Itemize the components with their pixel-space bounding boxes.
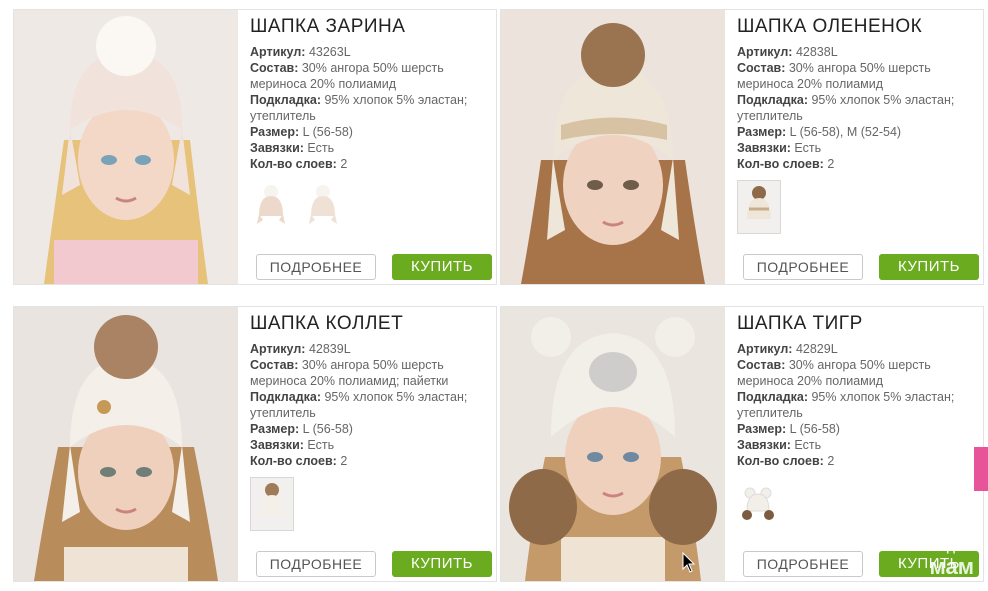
spec-lining: Подкладка: 95% хлопок 5% эластан; утепли… — [737, 390, 955, 420]
thumbnail-hat[interactable] — [250, 180, 292, 232]
product-specs: Артикул: 43263L Состав: 30% ангора 50% ш… — [250, 44, 488, 172]
watermark-logo: для мам — [929, 539, 975, 579]
spec-article: Артикул: 43263L — [250, 45, 351, 59]
product-card: ШАПКА КОЛЛЕТ Артикул: 42839L Состав: 30%… — [13, 306, 497, 582]
spec-composition: Состав: 30% ангора 50% шерсть мериноса 2… — [250, 61, 444, 91]
product-card: ШАПКА ОЛЕНЕНОК Артикул: 42838L Состав: 3… — [500, 9, 984, 285]
spec-lining: Подкладка: 95% хлопок 5% эластан; утепли… — [250, 93, 468, 123]
product-info: ШАПКА ОЛЕНЕНОК Артикул: 42838L Состав: 3… — [737, 16, 975, 172]
product-photo[interactable] — [14, 10, 238, 284]
product-info: ШАПКА ТИГР Артикул: 42829L Состав: 30% а… — [737, 313, 975, 469]
spec-layers: Кол-во слоев: 2 — [737, 157, 835, 171]
details-button[interactable]: ПОДРОБНЕЕ — [743, 551, 863, 577]
buy-button[interactable]: КУПИТЬ — [392, 254, 492, 280]
spec-lining: Подкладка: 95% хлопок 5% эластан; утепли… — [737, 93, 955, 123]
product-specs: Артикул: 42829L Состав: 30% ангора 50% ш… — [737, 341, 975, 469]
spec-ties: Завязки: Есть — [250, 438, 335, 452]
spec-ties: Завязки: Есть — [737, 438, 822, 452]
product-title[interactable]: ШАПКА ОЛЕНЕНОК — [737, 16, 975, 38]
buy-button[interactable]: КУПИТЬ — [879, 254, 979, 280]
product-thumbnails — [737, 477, 779, 533]
side-feedback-tab[interactable] — [974, 447, 988, 491]
product-title[interactable]: ШАПКА КОЛЛЕТ — [250, 313, 488, 335]
spec-layers: Кол-во слоев: 2 — [737, 454, 835, 468]
details-button[interactable]: ПОДРОБНЕЕ — [256, 254, 376, 280]
spec-composition: Состав: 30% ангора 50% шерсть мериноса 2… — [737, 61, 931, 91]
product-specs: Артикул: 42839L Состав: 30% ангора 50% ш… — [250, 341, 488, 469]
product-info: ШАПКА КОЛЛЕТ Артикул: 42839L Состав: 30%… — [250, 313, 488, 469]
mouse-cursor-icon — [682, 552, 696, 573]
spec-size: Размер: L (56-58) — [737, 422, 840, 436]
spec-layers: Кол-во слоев: 2 — [250, 454, 348, 468]
thumbnail-hat[interactable] — [737, 180, 781, 234]
spec-layers: Кол-во слоев: 2 — [250, 157, 348, 171]
thumbnail-hat[interactable] — [250, 477, 294, 531]
spec-article: Артикул: 42829L — [737, 342, 838, 356]
spec-size: Размер: L (56-58), M (52-54) — [737, 125, 902, 139]
product-photo[interactable] — [501, 307, 725, 581]
buy-button[interactable]: КУПИТЬ — [392, 551, 492, 577]
spec-article: Артикул: 42839L — [250, 342, 351, 356]
product-photo[interactable] — [501, 10, 725, 284]
spec-composition: Состав: 30% ангора 50% шерсть мериноса 2… — [250, 358, 449, 388]
spec-lining: Подкладка: 95% хлопок 5% эластан; утепли… — [250, 390, 468, 420]
product-card: ШАПКА ЗАРИНА Артикул: 43263L Состав: 30%… — [13, 9, 497, 285]
product-title[interactable]: ШАПКА ЗАРИНА — [250, 16, 488, 38]
spec-ties: Завязки: Есть — [737, 141, 822, 155]
product-thumbnails — [250, 477, 294, 533]
product-photo[interactable] — [14, 307, 238, 581]
thumbnail-hat[interactable] — [302, 180, 344, 232]
spec-composition: Состав: 30% ангора 50% шерсть мериноса 2… — [737, 358, 931, 388]
product-thumbnails — [737, 180, 781, 236]
product-info: ШАПКА ЗАРИНА Артикул: 43263L Состав: 30%… — [250, 16, 488, 172]
spec-article: Артикул: 42838L — [737, 45, 838, 59]
product-card: ШАПКА ТИГР Артикул: 42829L Состав: 30% а… — [500, 306, 984, 582]
spec-ties: Завязки: Есть — [250, 141, 335, 155]
details-button[interactable]: ПОДРОБНЕЕ — [743, 254, 863, 280]
spec-size: Размер: L (56-58) — [250, 125, 353, 139]
product-thumbnails — [250, 180, 344, 236]
spec-size: Размер: L (56-58) — [250, 422, 353, 436]
product-title[interactable]: ШАПКА ТИГР — [737, 313, 975, 335]
thumbnail-hat[interactable] — [737, 477, 779, 529]
product-specs: Артикул: 42838L Состав: 30% ангора 50% ш… — [737, 44, 975, 172]
details-button[interactable]: ПОДРОБНЕЕ — [256, 551, 376, 577]
